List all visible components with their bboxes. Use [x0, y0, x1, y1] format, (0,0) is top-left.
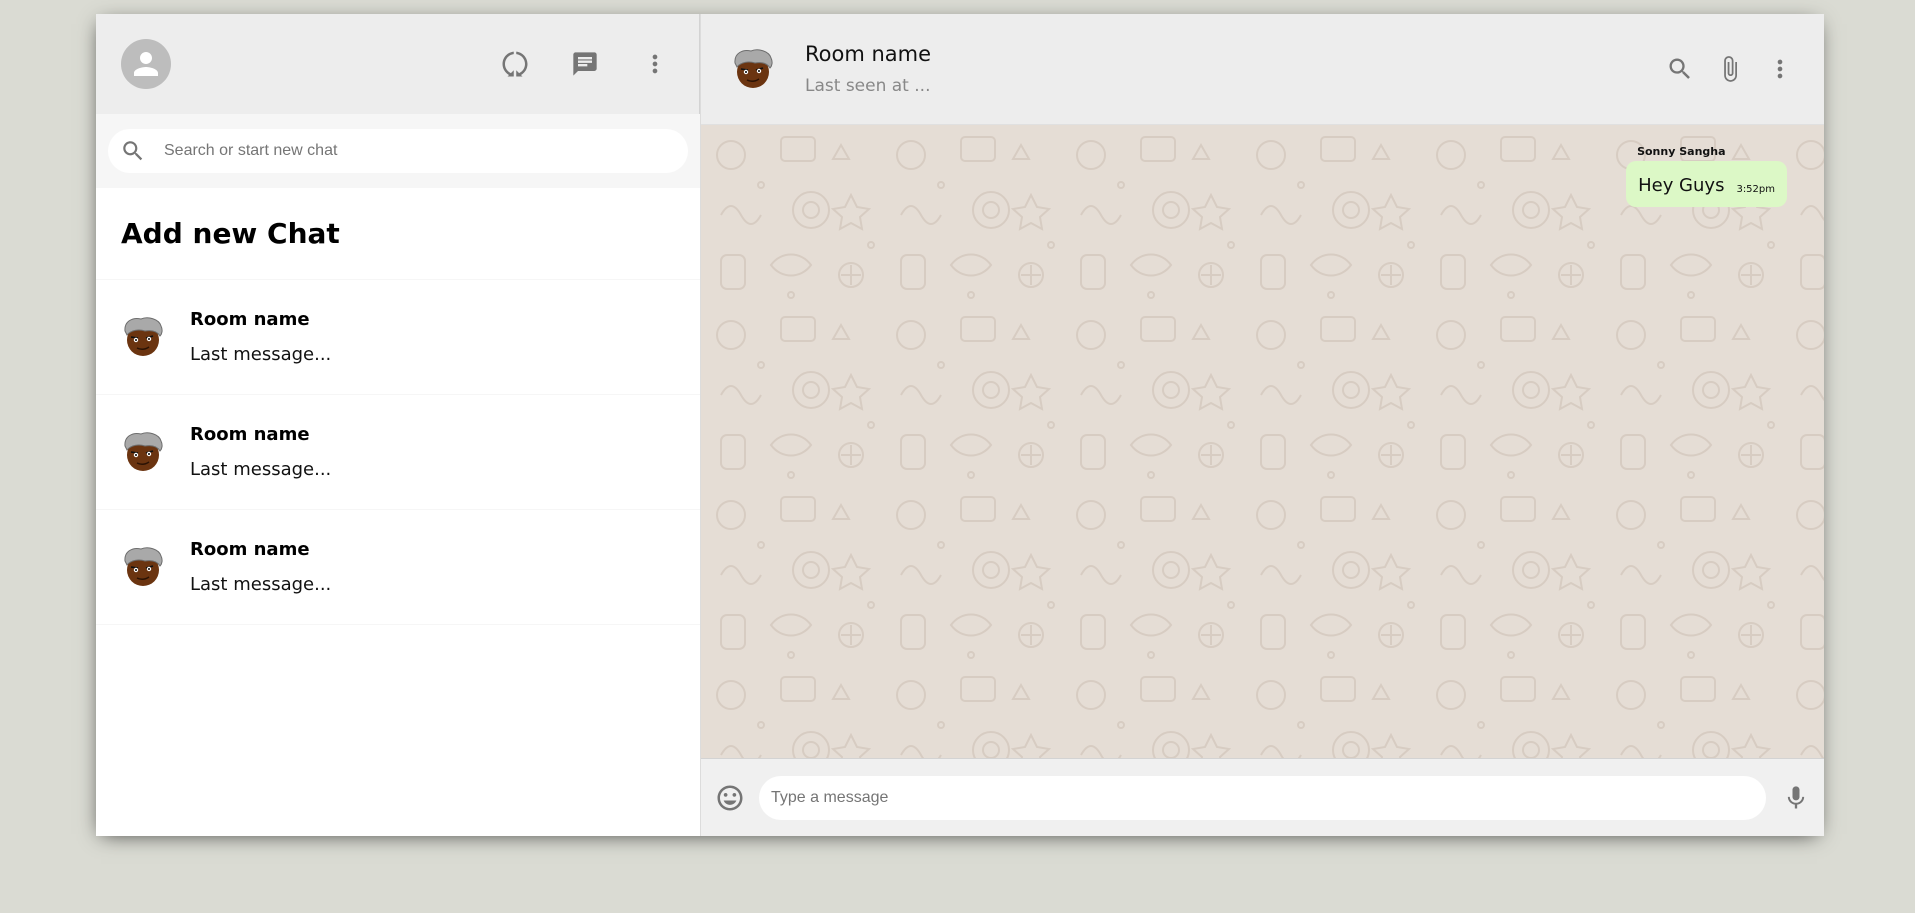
- room-avatar: [121, 430, 165, 474]
- chat-header: Room name Last seen at ...: [701, 14, 1824, 125]
- list-item[interactable]: Room name Last message...: [96, 395, 700, 510]
- sidebar: Add new Chat Room name Last message... R…: [96, 14, 701, 836]
- new-chat-button[interactable]: [561, 40, 609, 88]
- list-item[interactable]: Room name Last message...: [96, 280, 700, 395]
- chat-icon: [573, 52, 597, 76]
- message-timestamp: 3:52pm: [1736, 184, 1775, 195]
- more-vert-icon: [1777, 59, 1783, 79]
- room-info: Room name Last message...: [190, 309, 331, 365]
- sidebar-header: [96, 14, 700, 114]
- room-name: Room name: [190, 539, 310, 560]
- search-input[interactable]: [164, 142, 688, 160]
- chat-footer: [701, 758, 1824, 836]
- message-sender: Sonny Sangha: [1637, 145, 1726, 158]
- room-avatar: [121, 315, 165, 359]
- chat-header-icons: [1654, 45, 1804, 93]
- chat-search-button[interactable]: [1656, 45, 1704, 93]
- add-new-chat-label: Add new Chat: [121, 217, 340, 250]
- attach-icon: [1724, 56, 1737, 82]
- mic-icon[interactable]: [1782, 784, 1810, 812]
- status-icon: [502, 51, 528, 77]
- search-icon: [1669, 58, 1690, 79]
- last-message: Last message...: [190, 459, 332, 480]
- sidebar-search: [96, 114, 700, 188]
- chat-menu-button[interactable]: [1756, 45, 1804, 93]
- person-icon: [134, 52, 158, 76]
- message-text: Hey Guys: [1638, 175, 1725, 196]
- message-bubble: Hey Guys 3:52pm: [1626, 161, 1787, 207]
- message[interactable]: Sonny Sangha Hey Guys 3:52pm: [1626, 145, 1787, 207]
- sidebar-menu-button[interactable]: [631, 40, 679, 88]
- chat-body[interactable]: Sonny Sangha Hey Guys 3:52pm: [701, 125, 1824, 758]
- chat-list: Add new Chat Room name Last message... R…: [96, 188, 700, 836]
- chat-background-pattern: [701, 125, 1824, 758]
- room-avatar[interactable]: [731, 47, 775, 91]
- room-info: Room name Last message...: [190, 424, 331, 480]
- avatar[interactable]: [121, 39, 171, 89]
- list-item[interactable]: Room name Last message...: [96, 510, 700, 625]
- last-message: Last message...: [190, 344, 332, 365]
- chat-title: Room name: [805, 42, 932, 66]
- attach-button[interactable]: [1706, 45, 1754, 93]
- search-container: [108, 129, 688, 173]
- room-avatar: [121, 545, 165, 589]
- status-button[interactable]: [491, 40, 539, 88]
- message-input[interactable]: [759, 775, 1766, 820]
- room-name: Room name: [190, 309, 310, 330]
- sidebar-header-icons: [469, 40, 679, 88]
- chat-panel: Room name Last seen at ... Sonny Sangha …: [701, 14, 1824, 836]
- add-new-chat-button[interactable]: Add new Chat: [96, 188, 700, 280]
- room-info: Room name Last message...: [190, 539, 331, 595]
- emoji-icon[interactable]: [715, 783, 745, 813]
- last-message: Last message...: [190, 574, 332, 595]
- chat-header-info: Room name Last seen at ...: [805, 42, 1654, 96]
- more-vert-icon: [652, 54, 658, 74]
- search-icon: [123, 141, 143, 161]
- app-window: Add new Chat Room name Last message... R…: [96, 14, 1824, 836]
- last-seen: Last seen at ...: [805, 76, 931, 96]
- room-name: Room name: [190, 424, 310, 445]
